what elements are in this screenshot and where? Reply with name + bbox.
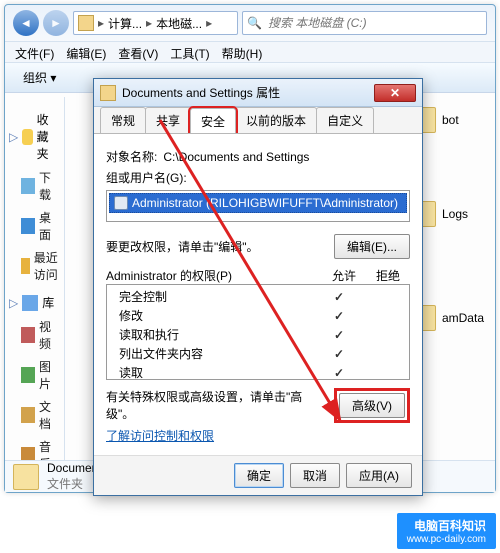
- back-button[interactable]: ◄: [13, 10, 39, 36]
- tab-customize[interactable]: 自定义: [316, 107, 374, 133]
- tab-strip: 常规 共享 安全 以前的版本 自定义: [94, 107, 422, 133]
- forward-button[interactable]: ►: [43, 10, 69, 36]
- sidebar-item-documents[interactable]: 文档: [9, 395, 60, 435]
- dialog-titlebar[interactable]: Documents and Settings 属性 ✕: [94, 79, 422, 107]
- tab-general[interactable]: 常规: [100, 107, 146, 133]
- check-icon: [317, 290, 361, 304]
- group-user-label: 组或用户名(G):: [106, 169, 187, 186]
- edit-hint: 要更改权限，请单击"编辑"。: [106, 238, 328, 255]
- object-name-label: 对象名称:: [106, 148, 157, 165]
- sidebar-item-videos[interactable]: 视频: [9, 315, 60, 355]
- advanced-button[interactable]: 高级(V): [339, 393, 405, 418]
- sidebar-item-recent[interactable]: 最近访问: [9, 246, 60, 286]
- search-box[interactable]: 🔍: [242, 11, 487, 35]
- user-icon: [114, 196, 128, 210]
- perm-allow-label: 允许: [322, 267, 366, 284]
- object-name-value: C:\Documents and Settings: [163, 150, 309, 164]
- tab-previous-versions[interactable]: 以前的版本: [235, 107, 317, 133]
- breadcrumb[interactable]: ▸ 计算... ▸ 本地磁... ▸: [73, 11, 238, 35]
- organize-button[interactable]: 组织 ▾: [15, 67, 64, 88]
- sidebar-item-desktop[interactable]: 桌面: [9, 206, 60, 246]
- folder-icon: [100, 85, 116, 101]
- perm-row: 修改: [107, 306, 409, 325]
- explorer-nav-bar: ◄ ► ▸ 计算... ▸ 本地磁... ▸ 🔍: [5, 5, 495, 41]
- ok-button[interactable]: 确定: [234, 463, 284, 488]
- apply-button[interactable]: 应用(A): [346, 463, 412, 488]
- advanced-hint: 有关特殊权限或高级设置，请单击"高级"。: [106, 388, 328, 422]
- video-icon: [21, 327, 35, 343]
- check-icon: [317, 366, 361, 380]
- perm-row: 列出文件夹内容: [107, 344, 409, 363]
- breadcrumb-seg[interactable]: 本地磁...: [156, 15, 202, 32]
- edit-button[interactable]: 编辑(E)...: [334, 234, 410, 259]
- library-icon: [22, 295, 38, 311]
- cancel-button[interactable]: 取消: [290, 463, 340, 488]
- tab-sharing[interactable]: 共享: [145, 107, 191, 133]
- perm-deny-label: 拒绝: [366, 267, 410, 284]
- tab-body-security: 对象名称: C:\Documents and Settings 组或用户名(G)…: [94, 133, 422, 455]
- user-item-administrator[interactable]: Administrator (RILOHIGBWIFUFFT\Administr…: [109, 193, 407, 213]
- perm-row: 读取和执行: [107, 325, 409, 344]
- sidebar-libraries-header[interactable]: ▷库: [9, 294, 60, 311]
- desktop-icon: [21, 218, 35, 234]
- breadcrumb-seg[interactable]: 计算...: [108, 15, 142, 32]
- download-icon: [21, 178, 35, 194]
- tab-security[interactable]: 安全: [190, 108, 236, 134]
- close-button[interactable]: ✕: [374, 84, 416, 102]
- check-icon: [317, 347, 361, 361]
- dialog-title: Documents and Settings 属性: [122, 84, 368, 101]
- watermark: 电脑百科知识 www.pc-daily.com: [397, 513, 496, 549]
- menu-tools[interactable]: 工具(T): [170, 45, 209, 59]
- learn-acl-link[interactable]: 了解访问控制和权限: [106, 427, 214, 444]
- menu-file[interactable]: 文件(F): [15, 45, 54, 59]
- perm-header-label: Administrator 的权限(P): [106, 267, 322, 284]
- sidebar-item-pictures[interactable]: 图片: [9, 355, 60, 395]
- menu-help[interactable]: 帮助(H): [222, 45, 263, 59]
- menu-view[interactable]: 查看(V): [118, 45, 158, 59]
- perm-header: Administrator 的权限(P) 允许 拒绝: [106, 267, 410, 284]
- picture-icon: [21, 367, 35, 383]
- dialog-footer: 确定 取消 应用(A): [94, 455, 422, 495]
- sidebar-item-music[interactable]: 音乐: [9, 435, 60, 460]
- search-icon: 🔍: [247, 16, 262, 30]
- close-icon: ✕: [390, 86, 400, 100]
- star-icon: [22, 129, 32, 145]
- check-icon: [317, 328, 361, 342]
- folder-icon: [13, 464, 39, 490]
- advanced-highlight: 高级(V): [334, 388, 410, 423]
- perm-row: 读取: [107, 363, 409, 380]
- search-input[interactable]: [266, 15, 482, 31]
- properties-dialog: Documents and Settings 属性 ✕ 常规 共享 安全 以前的…: [93, 78, 423, 496]
- user-list[interactable]: Administrator (RILOHIGBWIFUFFT\Administr…: [106, 190, 410, 222]
- perm-row: 完全控制: [107, 287, 409, 306]
- drive-icon: [78, 15, 94, 31]
- menu-bar: 文件(F) 编辑(E) 查看(V) 工具(T) 帮助(H): [5, 41, 495, 63]
- sidebar-item-downloads[interactable]: 下载: [9, 166, 60, 206]
- check-icon: [317, 309, 361, 323]
- user-item-label: Administrator (RILOHIGBWIFUFFT\Administr…: [132, 196, 398, 210]
- sidebar-favorites-header[interactable]: ▷收藏夹: [9, 111, 60, 162]
- recent-icon: [21, 258, 30, 274]
- permission-list[interactable]: 完全控制 修改 读取和执行 列出文件夹内容 读取 写入: [106, 284, 410, 380]
- watermark-main: 电脑百科知识: [414, 517, 486, 534]
- menu-edit[interactable]: 编辑(E): [66, 45, 106, 59]
- sidebar: ▷收藏夹 下载 桌面 最近访问 ▷库 视频 图片 文档 音乐 ▾计算机 本地磁盘…: [5, 97, 65, 460]
- music-icon: [21, 447, 35, 460]
- watermark-url: www.pc-daily.com: [407, 534, 486, 545]
- document-icon: [21, 407, 35, 423]
